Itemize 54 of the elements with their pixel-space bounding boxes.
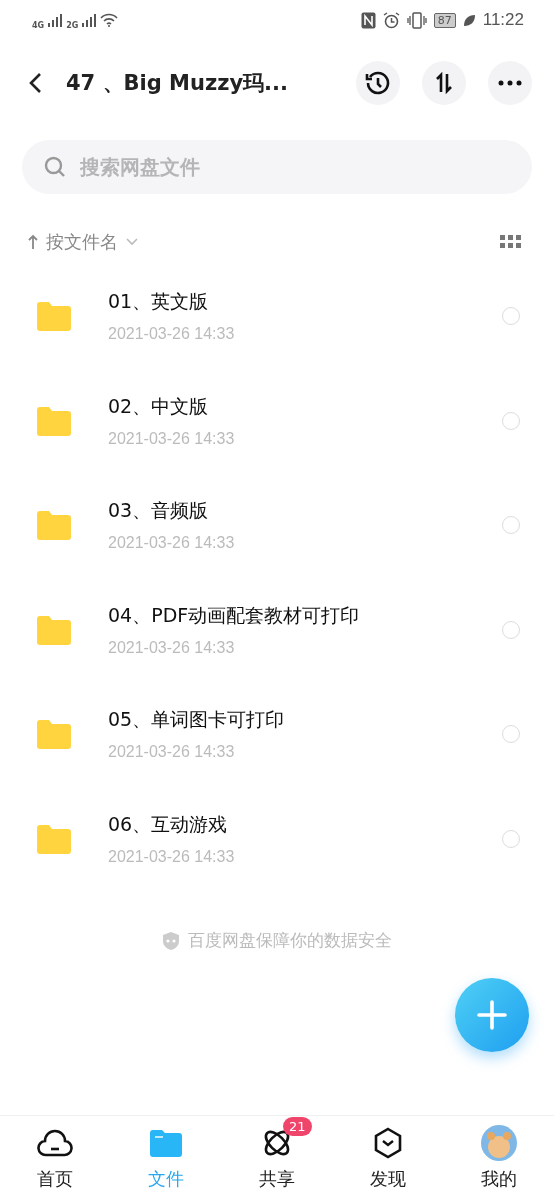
folder-icon bbox=[37, 405, 71, 436]
folder-title: 47 、Big Muzzy玛... bbox=[66, 70, 289, 97]
arrow-up-icon bbox=[28, 234, 38, 250]
alarm-icon bbox=[382, 11, 400, 29]
grid-view-icon[interactable] bbox=[500, 235, 522, 249]
nav-tab[interactable]: 我的 bbox=[443, 1116, 554, 1200]
vibrate-icon bbox=[406, 11, 427, 29]
file-name[interactable]: 06、互动游戏 bbox=[108, 811, 502, 838]
signal-icon bbox=[82, 13, 97, 27]
file-date: 2021-03-26 14:33 bbox=[108, 743, 236, 762]
history-icon bbox=[365, 70, 391, 96]
add-button[interactable] bbox=[455, 978, 529, 1052]
avatar bbox=[480, 1125, 517, 1161]
file-name[interactable]: 05、单词图卡可打印 bbox=[108, 707, 502, 734]
folder-icon bbox=[37, 301, 71, 332]
file-date: 2021-03-26 14:33 bbox=[108, 534, 236, 553]
file-name[interactable]: 04、PDF动画配套教材可打印 bbox=[108, 602, 502, 629]
cloud-icon bbox=[37, 1128, 74, 1158]
file-name[interactable]: 02、中文版 bbox=[108, 393, 502, 420]
sort-button[interactable] bbox=[422, 61, 466, 105]
folder-icon bbox=[150, 1129, 183, 1157]
nav-tab[interactable]: 21 共享 bbox=[221, 1116, 333, 1200]
sort-dropdown[interactable]: 按文件名 bbox=[28, 230, 138, 254]
leaf-icon bbox=[462, 13, 476, 27]
file-name[interactable]: 03、音频版 bbox=[108, 498, 502, 525]
folder-icon bbox=[37, 719, 71, 750]
hexagon-icon bbox=[372, 1127, 403, 1159]
signal-icon bbox=[48, 13, 63, 27]
shield-icon bbox=[162, 930, 180, 951]
clock-time: 11:22 bbox=[482, 10, 524, 30]
battery-icon: 87 bbox=[433, 12, 456, 28]
file-date: 2021-03-26 14:33 bbox=[108, 638, 236, 657]
nav-tab[interactable]: 发现 bbox=[332, 1116, 444, 1200]
file-name[interactable]: 01、英文版 bbox=[108, 289, 502, 316]
wifi-icon bbox=[100, 13, 119, 27]
nfc-icon bbox=[360, 11, 376, 29]
history-button[interactable] bbox=[356, 61, 400, 105]
more-icon bbox=[498, 80, 522, 86]
more-button[interactable] bbox=[488, 61, 532, 105]
nav-tab[interactable]: 首页 bbox=[0, 1116, 111, 1200]
file-date: 2021-03-26 14:33 bbox=[108, 429, 236, 448]
plus-icon bbox=[476, 999, 508, 1031]
file-date: 2021-03-26 14:33 bbox=[108, 847, 236, 866]
network-label: 2G bbox=[66, 20, 79, 30]
folder-icon bbox=[37, 510, 71, 541]
chevron-down-icon bbox=[126, 238, 138, 246]
network-label: 4G bbox=[32, 20, 45, 30]
folder-icon bbox=[37, 614, 71, 645]
security-note: 百度网盘保障你的数据安全 bbox=[188, 929, 392, 952]
file-date: 2021-03-26 14:33 bbox=[108, 325, 236, 344]
folder-icon bbox=[37, 823, 71, 854]
search-field[interactable]: 搜索网盘文件 bbox=[22, 140, 532, 194]
back-icon[interactable] bbox=[28, 72, 42, 94]
count-badge: 21 bbox=[283, 1117, 312, 1136]
